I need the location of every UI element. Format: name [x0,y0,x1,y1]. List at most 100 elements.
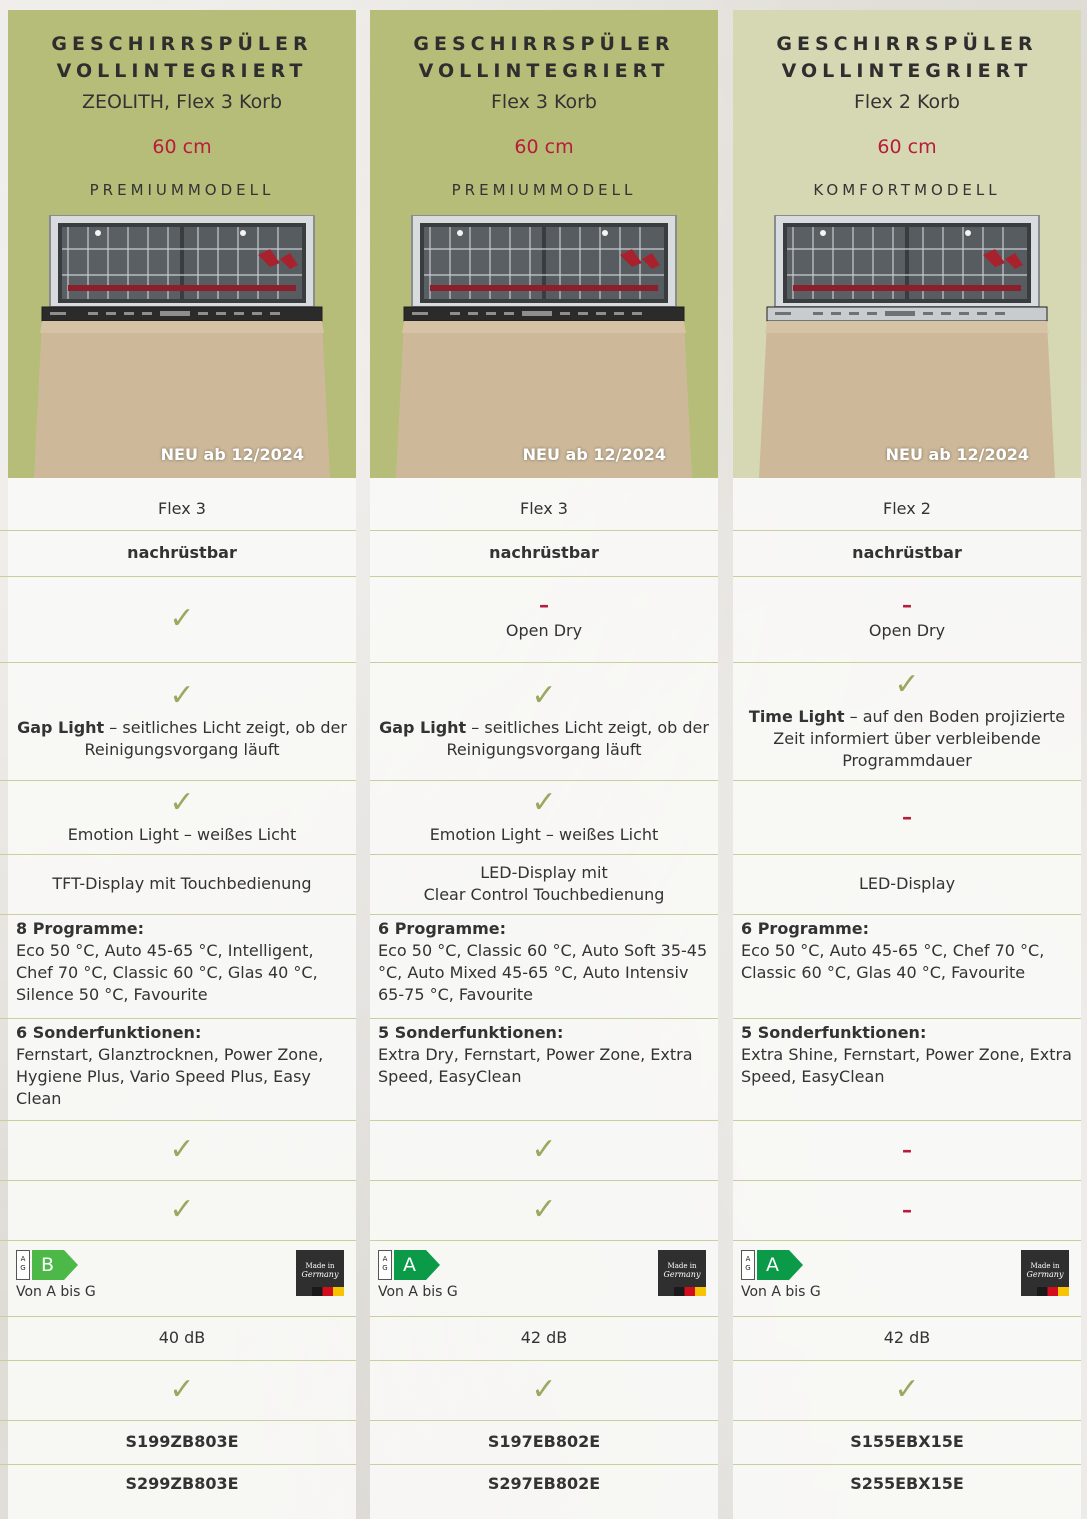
row-divider [370,1018,718,1019]
functions-list: Extra Shine, Fernstart, Power Zone, Extr… [741,1045,1072,1086]
programs: 6 Programme: Eco 50 °C, Auto 45-65 °C, Ch… [733,918,1081,1018]
product-width: 60 cm [877,136,937,158]
noise-level: 42 dB [733,1316,1081,1360]
upgrade-value: nachrüstbar [489,543,599,562]
feature-b: – [733,1180,1081,1240]
basket-value: Flex 2 [883,498,931,518]
checkmark-icon: ✓ [531,1132,557,1167]
emotion-light-feature: ✓ Emotion Light – weißes Licht [370,780,718,854]
programs-title: 8 Programme: [16,919,145,938]
light-text: – seitliches Licht zeigt, ob der Reinigu… [446,718,709,759]
product-width: 60 cm [514,136,574,158]
article-number-1: S155EBX15E [733,1420,1081,1464]
functions-title: 5 Sonderfunktionen: [378,1023,564,1042]
display-type: LED-Display [733,854,1081,914]
basket-value: Flex 3 [158,498,206,518]
feature-a: ✓ [8,1120,356,1180]
feature-b: ✓ [8,1180,356,1240]
article-code-1: S199ZB803E [125,1432,239,1451]
made-in-germany-logo: Made in Germany [296,1250,344,1296]
drying-label: Open Dry [868,621,946,640]
article-code-2: S299ZB803E [125,1474,239,1493]
checkmark-icon: ✓ [169,601,195,636]
row-divider [0,914,356,915]
not-available-dash: – [902,805,912,829]
noise-value: 42 dB [520,1328,568,1347]
functions-title: 5 Sonderfunktionen: [741,1023,927,1042]
energy-scale-letters: A G [745,1255,751,1272]
light-description: Gap Light – seitliches Licht zeigt, ob d… [370,717,718,761]
energy-scale-icon: A G [378,1250,392,1280]
checkmark-icon: ✓ [169,1132,195,1167]
german-flag-stripe [674,1287,706,1296]
display-line-2: Clear Control Touchbedienung [423,885,665,904]
energy-class-letter: B [41,1254,55,1276]
display-type: LED-Display mit Clear Control Touchbedien… [370,854,718,914]
not-available-dash: – [902,1138,912,1162]
row-divider [370,914,718,915]
title-line-1: GESCHIRRSPÜLER [413,33,675,55]
product-subtitle: ZEOLITH, Flex 3 Korb [81,91,283,113]
row-divider [733,1018,1081,1019]
checkmark-icon: ✓ [169,785,195,820]
drying-label: Open Dry [505,621,583,640]
made-in-text: Made in [667,1262,697,1270]
product-subtitle: Flex 3 Korb [491,91,597,113]
product-column-1: GESCHIRRSPÜLER VOLLINTEGRIERT ZEOLITH, Fle… [0,10,356,1519]
article-number-2: S297EB802E [370,1464,718,1504]
feature-c: ✓ [8,1360,356,1420]
product-header: GESCHIRRSPÜLER VOLLINTEGRIERT ZEOLITH, Fle… [8,10,356,478]
energy-scale-icon: A G [741,1250,755,1280]
made-in-text: Made in [305,1262,335,1270]
row-divider [733,914,1081,915]
energy-class-arrow: A [757,1250,803,1280]
product-category-title: GESCHIRRSPÜLER VOLLINTEGRIERT [733,31,1081,85]
german-flag-stripe [312,1287,344,1296]
light-feature: ✓ Gap Light – seitliches Licht zeigt, ob … [8,662,356,780]
germany-text: Germany [1026,1270,1064,1279]
light-description: Gap Light – seitliches Licht zeigt, ob d… [8,717,356,761]
row-divider [733,1240,1081,1241]
checkmark-icon: ✓ [894,667,920,702]
germany-text: Germany [301,1270,339,1279]
special-functions: 5 Sonderfunktionen: Extra Dry, Fernstart,… [370,1022,718,1120]
new-from-badge: NEU ab 12/2024 [522,445,666,464]
drying-feature: – Open Dry [733,576,1081,662]
energy-label-row: A G A Von A bis G Made in Germany [741,1248,1073,1310]
made-in-germany-logo: Made in Germany [1021,1250,1069,1296]
display-line-1: LED-Display mit [480,863,608,882]
basket-system: Flex 3 [8,487,356,530]
light-description: Time Light – auf den Boden projizierte Z… [733,706,1081,772]
checkmark-icon: ✓ [531,1192,557,1227]
energy-class-letter: A [766,1254,779,1276]
drying-feature: ✓ [8,576,356,662]
energy-scale-note: Von A bis G [741,1284,821,1300]
not-available-dash: – [902,593,912,617]
model-class: PREMIUMMODELL [451,181,637,199]
light-feature: ✓ Gap Light – seitliches Licht zeigt, ob … [370,662,718,780]
title-line-1: GESCHIRRSPÜLER [776,33,1038,55]
article-number-1: S199ZB803E [8,1420,356,1464]
dishwasher-image [753,215,1061,478]
model-class: KOMFORTMODELL [813,181,1001,199]
special-functions: 5 Sonderfunktionen: Extra Shine, Fernstar… [733,1022,1081,1120]
upgrade-value: nachrüstbar [127,543,237,562]
feature-c: ✓ [733,1360,1081,1420]
functions-list: Extra Dry, Fernstart, Power Zone, Extra … [378,1045,693,1086]
made-in-text: Made in [1030,1262,1060,1270]
checkmark-icon: ✓ [169,1372,195,1407]
checkmark-icon: ✓ [894,1372,920,1407]
light-name: Gap Light [17,718,105,737]
feature-b: ✓ [370,1180,718,1240]
dishwasher-image [28,215,336,478]
product-column-2: GESCHIRRSPÜLER VOLLINTEGRIERT Flex 3 Korb 6… [370,10,718,1519]
display-line-1: TFT-Display mit Touchbedienung [52,874,312,893]
product-category-title: GESCHIRRSPÜLER VOLLINTEGRIERT [370,31,718,85]
title-line-1: GESCHIRRSPÜLER [51,33,313,55]
article-code-1: S155EBX15E [850,1432,964,1451]
checkmark-icon: ✓ [531,678,557,713]
article-code-2: S255EBX15E [850,1474,964,1493]
energy-class-letter: A [403,1254,416,1276]
upgrade-value: nachrüstbar [852,543,962,562]
energy-scale-note: Von A bis G [378,1284,458,1300]
